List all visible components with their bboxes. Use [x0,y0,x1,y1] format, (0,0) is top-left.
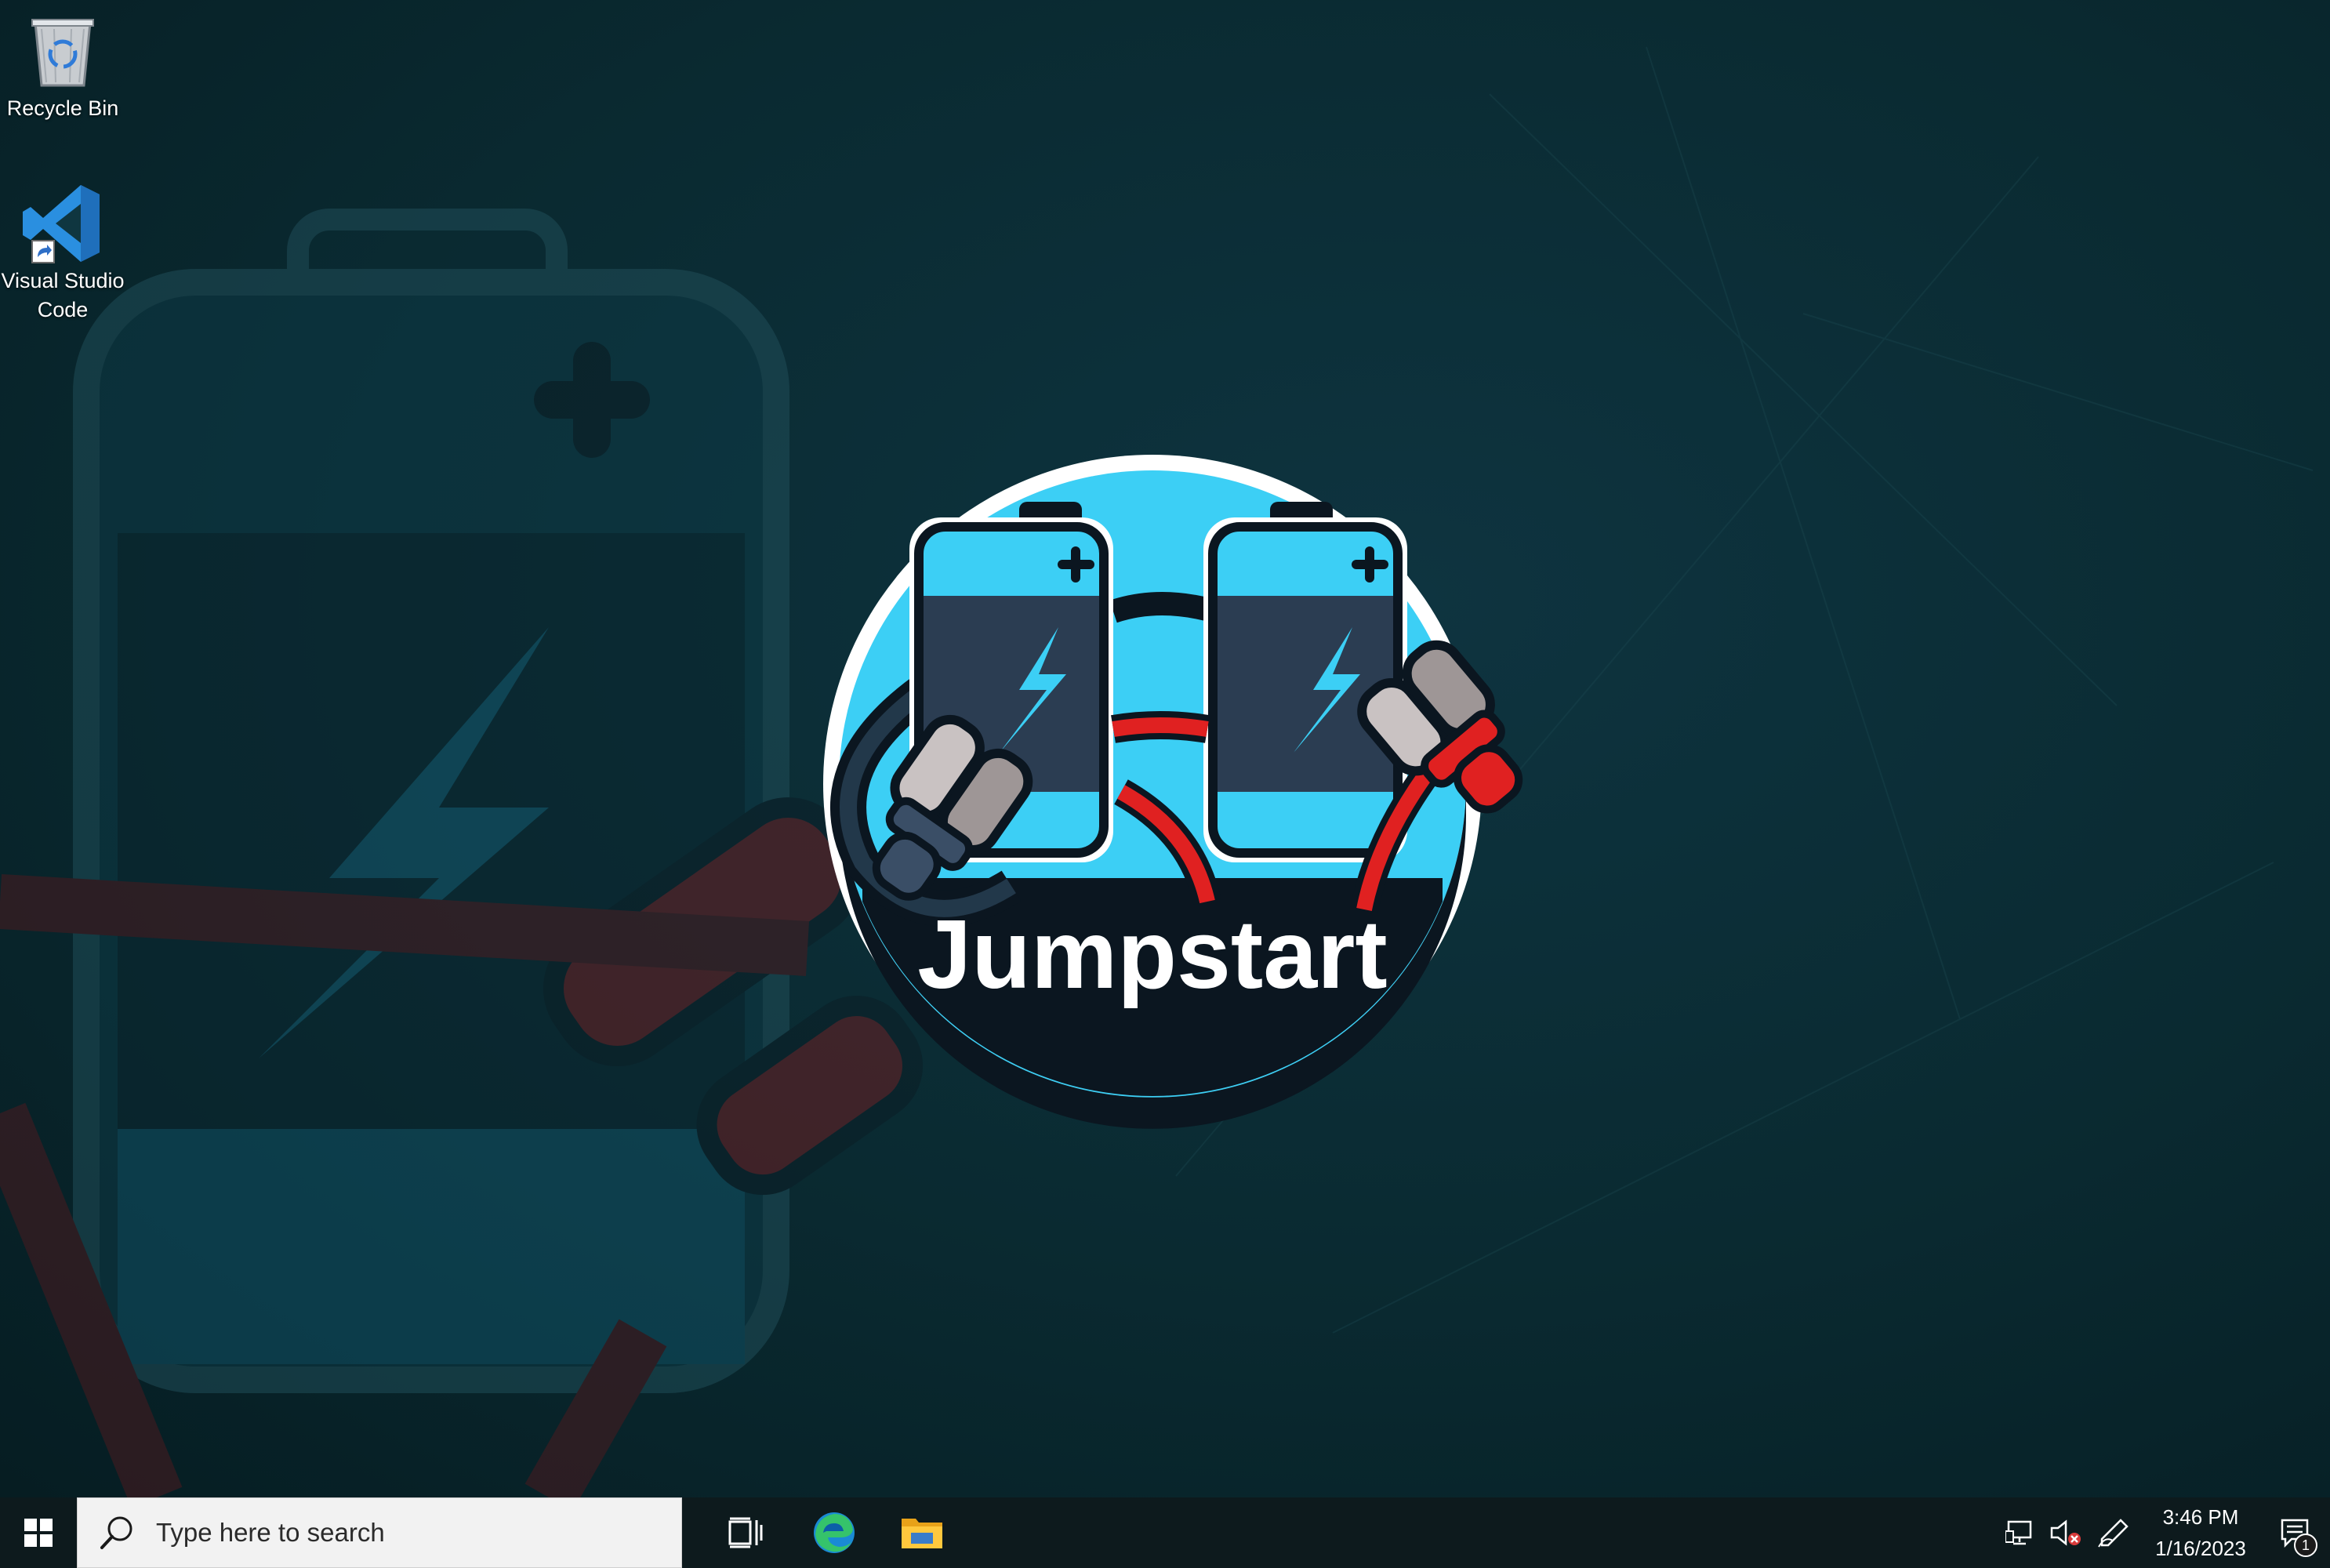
taskbar-search-box[interactable]: Type here to search [77,1497,682,1568]
shortcut-arrow-icon [31,240,55,263]
volume-muted-icon[interactable] [2043,1497,2087,1568]
desktop-icon-vscode[interactable]: Visual Studio Code [0,180,125,325]
windows-icon [24,1519,53,1547]
pen-icon[interactable] [2087,1497,2142,1568]
network-icon[interactable] [1999,1497,2043,1568]
taskbar: Type here to search 3:46 PM 1/16/2023 1 [0,1497,2330,1568]
file-explorer-icon [902,1519,942,1548]
system-tray: 3:46 PM 1/16/2023 1 [1999,1497,2330,1568]
search-placeholder: Type here to search [156,1518,385,1547]
start-button[interactable] [0,1497,77,1568]
task-view-button[interactable] [702,1497,790,1568]
taskbar-app-edge[interactable] [790,1497,878,1568]
taskbar-clock[interactable]: 3:46 PM 1/16/2023 [2142,1497,2259,1568]
vscode-icon [16,180,110,267]
desktop-icon-recycle-bin[interactable]: Recycle Bin [0,8,125,123]
taskbar-app-file-explorer[interactable] [878,1497,966,1568]
edge-icon [814,1512,855,1553]
search-icon [78,1497,156,1568]
recycle-bin-icon [16,8,110,94]
jumpstart-logo-text: Jumpstart [917,901,1387,1009]
clock-time: 3:46 PM [2162,1505,2239,1529]
desktop-icon-label: Recycle Bin [6,96,119,120]
task-view-icon [728,1517,763,1548]
desktop: Jumpstart Recycle Bin Visual Studio Code [0,0,2330,1497]
wallpaper: Jumpstart [0,0,2330,1497]
notification-center-button[interactable]: 1 [2259,1497,2330,1568]
clock-date: 1/16/2023 [2155,1537,2246,1560]
notification-count-badge: 1 [2294,1534,2317,1557]
desktop-icon-label: Visual Studio Code [1,269,125,321]
